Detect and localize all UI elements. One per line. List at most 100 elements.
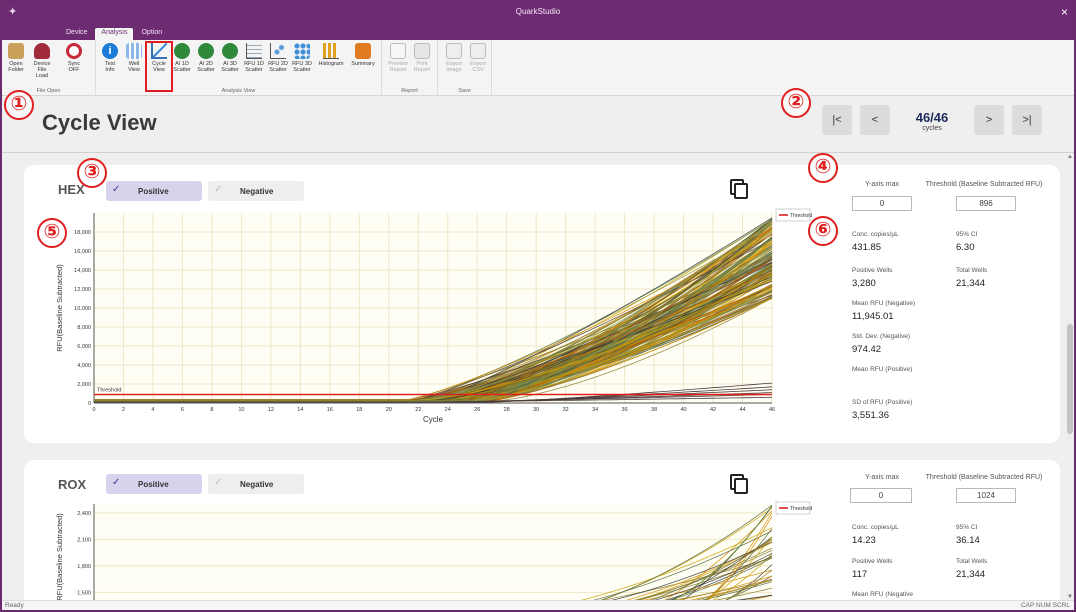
conc-value: 14.23 bbox=[852, 535, 876, 546]
summary-button[interactable]: Summary bbox=[350, 43, 376, 67]
y-tick-label: 1,500 bbox=[77, 590, 91, 596]
window-title: QuarkStudio bbox=[515, 7, 561, 16]
legend-label: Threshold bbox=[790, 506, 812, 512]
open-folder-button[interactable]: Open Folder bbox=[6, 43, 26, 73]
print-report-button[interactable]: Print Report bbox=[412, 43, 432, 73]
next-cycle-button[interactable]: > bbox=[974, 105, 1004, 135]
ai-1d-scatter-button[interactable]: AI 1D Scatter bbox=[172, 43, 192, 73]
cycle-view-button[interactable]: Cycle View bbox=[145, 41, 173, 92]
x-tick-label: 24 bbox=[445, 407, 451, 413]
prev-cycle-button[interactable]: < bbox=[860, 105, 890, 135]
sync-off-button[interactable]: Sync OFF bbox=[64, 43, 84, 73]
x-tick-label: 20 bbox=[386, 407, 392, 413]
y-tick-label: 12,000 bbox=[74, 287, 91, 293]
close-icon[interactable]: × bbox=[1061, 5, 1068, 19]
ribbon-group-report: Preview Report Print Report Report bbox=[382, 40, 438, 96]
copy-icon[interactable] bbox=[730, 179, 748, 199]
copy-icon[interactable] bbox=[730, 474, 748, 494]
rfu-1d-scatter-button[interactable]: RFU 1D Scatter bbox=[244, 43, 264, 73]
well-view-button[interactable]: Well View bbox=[124, 43, 144, 73]
device-file-load-button[interactable]: Device File Load bbox=[32, 43, 52, 79]
first-cycle-button[interactable]: |< bbox=[822, 105, 852, 135]
export-image-button[interactable]: Export Image bbox=[444, 43, 464, 73]
x-tick-label: 18 bbox=[356, 407, 362, 413]
x-tick-label: 4 bbox=[151, 407, 154, 413]
x-tick-label: 0 bbox=[92, 407, 95, 413]
check-icon: ✓ bbox=[214, 184, 223, 195]
y-tick-label: 2,400 bbox=[77, 511, 91, 517]
ribbon-toolbar: Open Folder Device File Load Sync OFF Fi… bbox=[2, 40, 1074, 96]
test-info-button[interactable]: i Test Info bbox=[100, 43, 120, 73]
x-tick-label: 14 bbox=[297, 407, 303, 413]
x-tick-label: 44 bbox=[739, 407, 745, 413]
y-tick-label: 4,000 bbox=[77, 363, 91, 369]
y-tick-label: 2,100 bbox=[77, 537, 91, 543]
threshold-line-label: Threshold bbox=[97, 387, 121, 393]
info-icon: i bbox=[102, 43, 118, 59]
sd-positive-label: SD of RFU (Positive) bbox=[852, 399, 913, 406]
check-icon: ✓ bbox=[112, 477, 121, 488]
tab-option[interactable]: Option bbox=[135, 28, 168, 40]
annotation-marker-4: ④ bbox=[808, 153, 838, 183]
check-icon: ✓ bbox=[112, 184, 121, 195]
positive-wells-label: Positive Wells bbox=[852, 267, 893, 274]
x-tick-label: 10 bbox=[238, 407, 244, 413]
plot-area bbox=[94, 504, 772, 610]
annotation-marker-2: ② bbox=[781, 88, 811, 118]
negative-filter-toggle[interactable]: ✓ Negative bbox=[208, 181, 304, 201]
mean-rfu-positive-label: Mean RFU (Positive) bbox=[852, 366, 913, 373]
scroll-up-icon[interactable]: ▲ bbox=[1066, 154, 1074, 160]
scatter-1d-icon bbox=[246, 43, 262, 59]
mean-rfu-negative-label: Mean RFU (Negative bbox=[852, 591, 914, 598]
positive-filter-toggle[interactable]: ✓ Positive bbox=[106, 181, 202, 201]
ai-chip-icon bbox=[222, 43, 238, 59]
ai-3d-scatter-button[interactable]: AI 3D Scatter bbox=[220, 43, 240, 73]
check-icon: ✓ bbox=[214, 477, 223, 488]
x-tick-label: 8 bbox=[210, 407, 213, 413]
summary-icon bbox=[355, 43, 371, 59]
vertical-scrollbar[interactable]: ▲ ▼ bbox=[1066, 154, 1074, 600]
hex-panel: HEX ✓ Positive ✓ Negative 0 2,000 4,000 6,0… bbox=[24, 165, 1060, 443]
well-grid-icon bbox=[126, 43, 142, 59]
x-tick-label: 26 bbox=[474, 407, 480, 413]
total-wells-value: 21,344 bbox=[956, 569, 986, 580]
histogram-button[interactable]: Histogram bbox=[318, 43, 344, 67]
x-tick-label: 2 bbox=[122, 407, 125, 413]
sd-positive-value: 3,551.36 bbox=[852, 410, 889, 421]
tab-device[interactable]: Device bbox=[60, 28, 93, 40]
negative-filter-toggle[interactable]: ✓ Negative bbox=[208, 474, 304, 494]
export-csv-button[interactable]: Export CSV bbox=[468, 43, 488, 73]
preview-report-button[interactable]: Preview Report bbox=[388, 43, 408, 73]
threshold-input[interactable]: 1024 bbox=[956, 488, 1016, 503]
y-tick-label: 10,000 bbox=[74, 306, 91, 312]
mean-rfu-negative-label: Mean RFU (Negative) bbox=[852, 300, 916, 307]
total-wells-value: 21,344 bbox=[956, 278, 986, 289]
ai-2d-scatter-button[interactable]: AI 2D Scatter bbox=[196, 43, 216, 73]
sync-off-icon bbox=[66, 43, 82, 59]
print-icon bbox=[414, 43, 430, 59]
hex-cycle-chart: 0 2,000 4,000 6,000 8,000 10,000 12,000 14,000 1… bbox=[55, 208, 812, 424]
scroll-thumb[interactable] bbox=[1067, 324, 1073, 434]
threshold-input[interactable]: 896 bbox=[956, 196, 1016, 211]
y-tick-label: 18,000 bbox=[74, 230, 91, 236]
y-tick-label: 2,000 bbox=[77, 382, 91, 388]
annotation-marker-1: ① bbox=[4, 90, 34, 120]
rfu-3d-scatter-button[interactable]: RFU 3D Scatter bbox=[292, 43, 312, 73]
y-tick-label: 16,000 bbox=[74, 249, 91, 255]
y-tick-label: 6,000 bbox=[77, 344, 91, 350]
last-cycle-button[interactable]: >| bbox=[1012, 105, 1042, 135]
device-load-icon bbox=[34, 43, 50, 59]
preview-icon bbox=[390, 43, 406, 59]
conc-label: Conc. copies/μL bbox=[852, 231, 899, 238]
positive-wells-value: 3,280 bbox=[852, 278, 876, 289]
tab-analysis[interactable]: Analysis bbox=[95, 28, 134, 40]
app-window: ✦ QuarkStudio × Device Analysis Option O… bbox=[0, 0, 1076, 612]
chart-legend: Threshold bbox=[775, 208, 812, 222]
positive-filter-toggle[interactable]: ✓ Positive bbox=[106, 474, 202, 494]
yaxis-max-input[interactable]: 0 bbox=[850, 488, 912, 503]
yaxis-max-input[interactable]: 0 bbox=[852, 196, 912, 211]
ci-label: 95% CI bbox=[956, 524, 978, 531]
ci-value: 6.30 bbox=[956, 242, 975, 253]
header-divider bbox=[2, 152, 1074, 153]
rfu-2d-scatter-button[interactable]: RFU 2D Scatter bbox=[268, 43, 288, 73]
